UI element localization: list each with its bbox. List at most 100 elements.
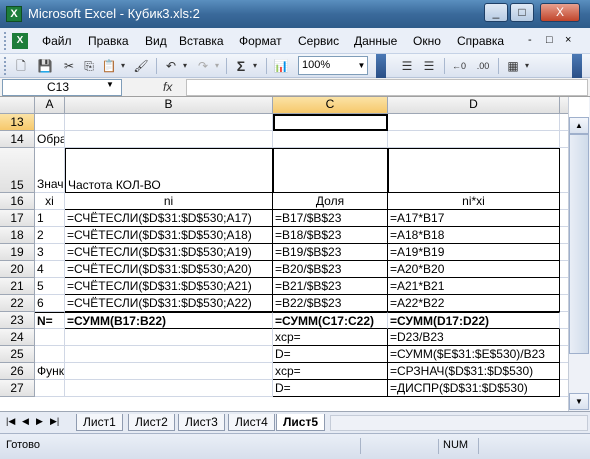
doc-minimize-button[interactable]: - — [528, 34, 532, 46]
cell-a25[interactable] — [35, 346, 65, 363]
cell-d24[interactable]: =D23/B23 — [388, 329, 560, 346]
menu-format[interactable]: Формат — [239, 34, 282, 48]
cell-c24[interactable]: xcp= — [273, 329, 388, 346]
cell-a13[interactable] — [35, 114, 65, 131]
cell-e24[interactable] — [560, 329, 568, 346]
align-left-icon[interactable]: ☰ — [398, 57, 416, 75]
borders-dropdown-icon[interactable]: ▾ — [522, 57, 532, 75]
cell-d25[interactable]: =СУММ($E$31:$E$530)/B23 — [388, 346, 560, 363]
decrease-decimal-icon[interactable]: .00 — [474, 57, 492, 75]
format-painter-icon[interactable]: 🖌 — [132, 57, 150, 75]
cell-a18[interactable]: 2 — [35, 227, 65, 244]
cell-c19[interactable]: =B19/$B$23 — [273, 244, 388, 261]
row-header[interactable]: 26 — [0, 363, 35, 380]
cell-d13[interactable] — [388, 114, 560, 131]
cell-c27[interactable]: D= — [273, 380, 388, 397]
cell-b15[interactable]: Частота КОЛ-ВО — [65, 148, 273, 193]
tab-sheet2[interactable]: Лист2 — [128, 414, 175, 431]
cell-e21[interactable] — [560, 278, 568, 295]
cell-b13[interactable] — [65, 114, 273, 131]
menu-data[interactable]: Данные — [354, 34, 397, 48]
cell-a27[interactable] — [35, 380, 65, 397]
cell-a20[interactable]: 4 — [35, 261, 65, 278]
tab-sheet4[interactable]: Лист4 — [228, 414, 275, 431]
cell-b27[interactable] — [65, 380, 273, 397]
split-box[interactable] — [569, 97, 589, 117]
scroll-up-icon[interactable]: ▲ — [569, 117, 589, 134]
toolbar-grip[interactable] — [4, 57, 7, 75]
cell-c15[interactable] — [273, 148, 388, 193]
name-box[interactable]: C13 — [2, 79, 122, 96]
cell-c14[interactable] — [273, 131, 388, 148]
row-header[interactable]: 27 — [0, 380, 35, 397]
cell-c17[interactable]: =B17/$B$23 — [273, 210, 388, 227]
redo-icon[interactable]: ↷ — [194, 57, 212, 75]
next-sheet-icon[interactable]: ▶ — [36, 416, 43, 427]
borders-icon[interactable]: ▦ — [504, 57, 522, 75]
cell-d23[interactable]: =СУММ(D17:D22) — [388, 312, 560, 329]
row-header[interactable]: 15 — [0, 148, 35, 193]
cell-e17[interactable] — [560, 210, 568, 227]
autosum-icon[interactable]: Σ — [232, 57, 250, 75]
vertical-scrollbar[interactable]: ▲ ▼ — [568, 97, 590, 411]
increase-decimal-icon[interactable]: ←0 — [450, 57, 468, 75]
align-center-icon[interactable]: ☰ — [420, 57, 438, 75]
column-header-c[interactable]: C — [273, 97, 388, 114]
excel-app-icon[interactable]: X — [6, 6, 22, 22]
row-header[interactable]: 21 — [0, 278, 35, 295]
cell-b22[interactable]: =СЧЁТЕСЛИ($D$31:$D$530;A22) — [65, 295, 273, 312]
row-header[interactable]: 25 — [0, 346, 35, 363]
menubar-grip[interactable] — [4, 32, 8, 50]
cell-e22[interactable] — [560, 295, 568, 312]
cell-b21[interactable]: =СЧЁТЕСЛИ($D$31:$D$530;A21) — [65, 278, 273, 295]
doc-close-button[interactable]: × — [565, 34, 571, 46]
cell-a22[interactable]: 6 — [35, 295, 65, 312]
cell-b26[interactable] — [65, 363, 273, 380]
cell-c18[interactable]: =B18/$B$23 — [273, 227, 388, 244]
row-header[interactable]: 13 — [0, 114, 35, 131]
cell-e23[interactable] — [560, 312, 568, 329]
cell-d16[interactable]: ni*xi — [388, 193, 560, 210]
cell-d21[interactable]: =A21*B21 — [388, 278, 560, 295]
cell-a19[interactable]: 3 — [35, 244, 65, 261]
undo-dropdown-icon[interactable]: ▾ — [180, 57, 190, 75]
cell-c26[interactable]: xcp= — [273, 363, 388, 380]
chart-wizard-icon[interactable]: 📊 — [272, 57, 290, 75]
menu-help[interactable]: Справка — [457, 34, 504, 48]
cell-e16[interactable] — [560, 193, 568, 210]
cell-e26[interactable] — [560, 363, 568, 380]
paste-dropdown-icon[interactable]: ▾ — [118, 57, 128, 75]
cell-a21[interactable]: 5 — [35, 278, 65, 295]
minimize-button[interactable]: _ — [484, 3, 508, 22]
cell-b19[interactable]: =СЧЁТЕСЛИ($D$31:$D$530;A19) — [65, 244, 273, 261]
cell-d15[interactable] — [388, 148, 560, 193]
scroll-down-icon[interactable]: ▼ — [569, 393, 589, 410]
redo-dropdown-icon[interactable]: ▾ — [212, 57, 222, 75]
menu-window[interactable]: Окно — [413, 34, 441, 48]
cell-b16[interactable]: ni — [65, 193, 273, 210]
cell-c13[interactable] — [273, 114, 388, 131]
cell-c23[interactable]: =СУММ(C17:C22) — [273, 312, 388, 329]
row-header[interactable]: 17 — [0, 210, 35, 227]
cell-e14[interactable] — [560, 131, 568, 148]
cell-a26[interactable]: Функ — [35, 363, 65, 380]
cell-d27[interactable]: =ДИСПР($D$31:$D$530) — [388, 380, 560, 397]
zoom-dropdown-icon[interactable]: ▼ — [356, 57, 367, 74]
cell-e13[interactable] — [560, 114, 568, 131]
insert-function-icon[interactable]: fx — [163, 80, 172, 94]
cell-c25[interactable]: D= — [273, 346, 388, 363]
close-button[interactable]: X — [540, 3, 580, 22]
last-sheet-icon[interactable]: ▶| — [50, 416, 59, 427]
cell-d22[interactable]: =A22*B22 — [388, 295, 560, 312]
workbook-icon[interactable]: X — [12, 33, 28, 49]
autosum-dropdown-icon[interactable]: ▾ — [250, 57, 260, 75]
cell-b18[interactable]: =СЧЁТЕСЛИ($D$31:$D$530;A18) — [65, 227, 273, 244]
cell-c22[interactable]: =B22/$B$23 — [273, 295, 388, 312]
cell-c20[interactable]: =B20/$B$23 — [273, 261, 388, 278]
menu-tools[interactable]: Сервис — [298, 34, 339, 48]
copy-icon[interactable]: ⎘ — [80, 57, 98, 75]
save-icon[interactable]: 💾 — [36, 57, 54, 75]
cell-b25[interactable] — [65, 346, 273, 363]
cell-a15[interactable]: Знач — [35, 148, 65, 193]
row-header[interactable]: 18 — [0, 227, 35, 244]
